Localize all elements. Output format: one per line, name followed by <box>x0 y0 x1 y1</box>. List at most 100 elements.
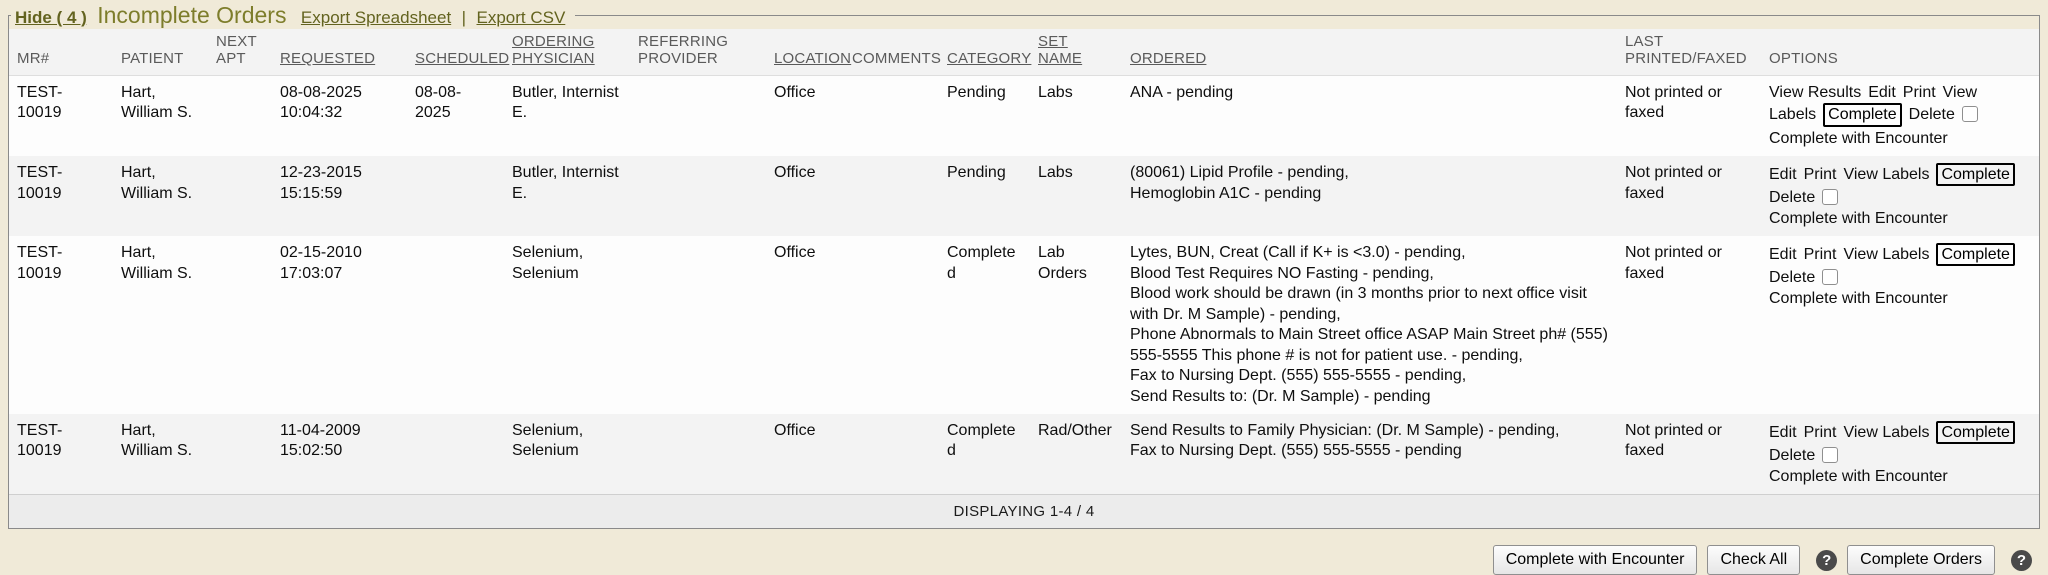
displaying-text: DISPLAYING 1-4 / 4 <box>9 495 2039 529</box>
next-apt-cell <box>208 76 272 157</box>
col-header-requested[interactable]: REQUESTED <box>272 29 407 76</box>
complete-button[interactable]: Complete <box>1936 243 2014 266</box>
options-cell: View ResultsEditPrintView LabelsComplete… <box>1761 76 2039 157</box>
mr-cell: TEST-10019 <box>9 156 113 236</box>
patient-cell: Hart, William S. <box>113 236 208 414</box>
order-checkbox[interactable] <box>1822 447 1838 463</box>
header-row: MR# PATIENT NEXT APT REQUESTED SCHEDULED… <box>9 29 2039 76</box>
requested-cell: 12-23-2015 15:15:59 <box>272 156 407 236</box>
order-checkbox[interactable] <box>1822 189 1838 205</box>
print-link[interactable]: Print <box>1804 424 1837 441</box>
hide-link[interactable]: Hide ( 4 ) <box>15 8 87 27</box>
ordering-physician-cell: Selenium, Selenium <box>504 236 630 414</box>
comments-cell <box>844 156 939 236</box>
set-name-cell: Rad/Other <box>1030 414 1122 495</box>
last-printed-faxed-cell: Not printed or faxed <box>1617 156 1761 236</box>
col-header-location[interactable]: LOCATION <box>766 29 844 76</box>
comments-cell <box>844 236 939 414</box>
ordering-physician-cell: Selenium, Selenium <box>504 414 630 495</box>
scheduled-cell: 08-08-2025 <box>407 76 504 157</box>
location-cell: Office <box>766 236 844 414</box>
next-apt-cell <box>208 236 272 414</box>
complete-with-encounter-link[interactable]: Complete with Encounter <box>1769 467 1948 487</box>
complete-with-encounter-link[interactable]: Complete with Encounter <box>1769 289 1948 309</box>
complete-button[interactable]: Complete <box>1936 421 2014 444</box>
export-csv-link[interactable]: Export CSV <box>477 8 566 27</box>
col-header-ordering-physician[interactable]: ORDERING PHYSICIAN <box>504 29 630 76</box>
col-header-set-name[interactable]: SET NAME <box>1030 29 1122 76</box>
col-header-patient: PATIENT <box>113 29 208 76</box>
patient-cell: Hart, William S. <box>113 414 208 495</box>
location-cell: Office <box>766 156 844 236</box>
edit-link[interactable]: Edit <box>1769 424 1797 441</box>
location-cell: Office <box>766 414 844 495</box>
col-header-scheduled[interactable]: SCHEDULED <box>407 29 504 76</box>
complete-with-encounter-link[interactable]: Complete with Encounter <box>1769 209 1948 229</box>
delete-link[interactable]: Delete <box>1769 447 1815 464</box>
requested-cell: 11-04-2009 15:02:50 <box>272 414 407 495</box>
print-link[interactable]: Print <box>1804 246 1837 263</box>
set-name-cell: Lab Orders <box>1030 236 1122 414</box>
category-cell: Completed <box>939 414 1030 495</box>
panel-legend: Hide ( 4 ) Incomplete Orders Export Spre… <box>11 2 575 29</box>
ordered-cell: (80061) Lipid Profile - pending, Hemoglo… <box>1122 156 1617 236</box>
requested-cell: 08-08-2025 10:04:32 <box>272 76 407 157</box>
delete-link[interactable]: Delete <box>1769 189 1815 206</box>
referring-provider-cell <box>630 156 766 236</box>
col-header-mr: MR# <box>9 29 113 76</box>
view-results-link[interactable]: View Results <box>1769 84 1861 101</box>
order-checkbox[interactable] <box>1962 106 1978 122</box>
page: { "colors": { "page_bg": "#f0ead8", "lin… <box>0 2 2048 560</box>
complete-with-encounter-link[interactable]: Complete with Encounter <box>1769 129 1948 149</box>
order-row: TEST-10019 Hart, William S. 12-23-2015 1… <box>9 156 2039 236</box>
print-link[interactable]: Print <box>1903 84 1936 101</box>
delete-link[interactable]: Delete <box>1769 269 1815 286</box>
edit-link[interactable]: Edit <box>1868 84 1896 101</box>
help-icon[interactable]: ? <box>2011 550 2032 571</box>
col-header-category[interactable]: CATEGORY <box>939 29 1030 76</box>
comments-cell <box>844 414 939 495</box>
mr-cell: TEST-10019 <box>9 236 113 414</box>
edit-link[interactable]: Edit <box>1769 246 1797 263</box>
last-printed-faxed-cell: Not printed or faxed <box>1617 414 1761 495</box>
delete-link[interactable]: Delete <box>1909 106 1955 123</box>
order-row: TEST-10019 Hart, William S. 02-15-2010 1… <box>9 236 2039 414</box>
category-cell: Pending <box>939 156 1030 236</box>
panel-title: Incomplete Orders <box>97 2 286 28</box>
col-header-last-printed-faxed: LAST PRINTED/FAXED <box>1617 29 1761 76</box>
patient-cell: Hart, William S. <box>113 76 208 157</box>
legend-separator: | <box>462 8 466 27</box>
mr-cell: TEST-10019 <box>9 76 113 157</box>
requested-cell: 02-15-2010 17:03:07 <box>272 236 407 414</box>
options-cell: Edit Print View Labels Complete Delete Comple… <box>1761 414 2039 495</box>
mr-cell: TEST-10019 <box>9 414 113 495</box>
ordered-cell: Lytes, BUN, Creat (Call if K+ is <3.0) -… <box>1122 236 1617 414</box>
complete-button[interactable]: Complete <box>1936 163 2014 186</box>
comments-cell <box>844 76 939 157</box>
options-cell: Edit Print View Labels Complete Delete Comple… <box>1761 156 2039 236</box>
order-row: TEST-10019 Hart, William S. 11-04-2009 1… <box>9 414 2039 495</box>
edit-link[interactable]: Edit <box>1769 166 1797 183</box>
view-labels-link[interactable]: View Labels <box>1843 166 1929 183</box>
ordering-physician-cell: Butler, Internist E. <box>504 76 630 157</box>
help-icon[interactable]: ? <box>1816 550 1837 571</box>
complete-with-encounter-button[interactable]: Complete with Encounter <box>1493 545 1698 575</box>
set-name-cell: Labs <box>1030 156 1122 236</box>
check-all-button[interactable]: Check All <box>1707 545 1800 575</box>
print-link[interactable]: Print <box>1804 166 1837 183</box>
col-header-comments: COMMENTS <box>844 29 939 76</box>
col-header-next-apt: NEXT APT <box>208 29 272 76</box>
complete-orders-button[interactable]: Complete Orders <box>1847 545 1995 575</box>
view-labels-link[interactable]: View Labels <box>1843 246 1929 263</box>
col-header-ordered[interactable]: ORDERED <box>1122 29 1617 76</box>
order-checkbox[interactable] <box>1822 269 1838 285</box>
ordered-cell: ANA - pending <box>1122 76 1617 157</box>
next-apt-cell <box>208 156 272 236</box>
patient-cell: Hart, William S. <box>113 156 208 236</box>
export-spreadsheet-link[interactable]: Export Spreadsheet <box>301 8 451 27</box>
view-labels-link[interactable]: View Labels <box>1843 424 1929 441</box>
order-row: TEST-10019 Hart, William S. 08-08-2025 1… <box>9 76 2039 157</box>
referring-provider-cell <box>630 236 766 414</box>
category-cell: Completed <box>939 236 1030 414</box>
complete-button[interactable]: Complete <box>1823 103 1901 126</box>
